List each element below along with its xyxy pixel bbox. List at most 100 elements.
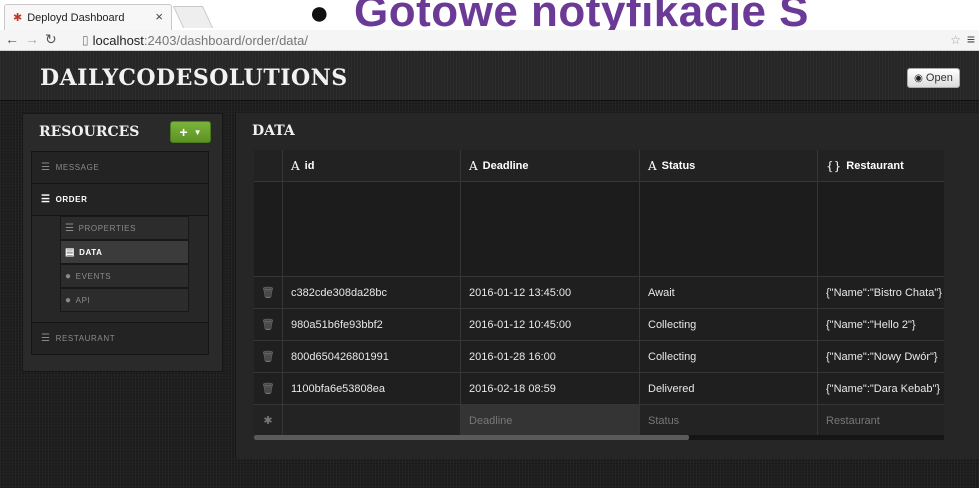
open-button-label: Open [925, 72, 953, 84]
data-title: DATA [252, 123, 295, 139]
info-icon: ● [65, 294, 72, 306]
page-icon: ▯ [82, 33, 89, 47]
cell-deadline[interactable]: 2016-01-12 13:45:00 [461, 277, 640, 309]
data-panel: DATA A id A Deadline A Status {} Restaur… [235, 113, 979, 459]
empty-cell [283, 182, 461, 277]
deployd-logo-icon: ✱ [13, 12, 23, 24]
resources-sidebar: RESOURCES + ▼ ☰ MESSAGE ☰ ORDER ☰ PROPER… [22, 113, 223, 372]
table-header-row: A id A Deadline A Status {} Restaurant [254, 150, 944, 182]
sidebar-item-restaurant[interactable]: ☰ RESTAURANT [31, 322, 209, 355]
horizontal-scrollbar[interactable] [254, 435, 944, 440]
browser-tab-bar: ✱ Deployd Dashboard × ● Gotowe notyfikac… [0, 0, 979, 36]
forward-icon[interactable]: → [25, 31, 39, 47]
cell-status[interactable]: Delivered [640, 373, 818, 405]
open-button[interactable]: ◉ Open [907, 68, 960, 88]
trash-icon[interactable]: 🗑 [254, 341, 283, 373]
empty-cell [461, 182, 640, 277]
app-header: DAILYCODESOLUTIONS ◉ Open [0, 51, 979, 101]
sidebar-item-message[interactable]: ☰ MESSAGE [31, 151, 209, 184]
list-icon: ☰ [41, 194, 51, 205]
new-tab-button[interactable] [172, 6, 214, 28]
resources-title: RESOURCES [39, 124, 140, 140]
empty-cell [640, 182, 818, 277]
menu-icon[interactable]: ≡ [967, 31, 975, 47]
table-row[interactable]: 🗑 c382cde308da28bc 2016-01-12 13:45:00 A… [254, 277, 944, 309]
cell-status[interactable]: Collecting [640, 341, 818, 373]
cell-status[interactable]: Await [640, 277, 818, 309]
trash-icon[interactable]: 🗑 [254, 277, 283, 309]
column-label: Restaurant [846, 159, 904, 172]
sidebar-item-label: ORDER [55, 195, 88, 204]
sidebar-subitem-label: API [75, 295, 91, 305]
slide-bullet: ● [309, 0, 330, 32]
scrollbar-thumb[interactable] [254, 435, 689, 440]
column-header-status[interactable]: A Status [640, 150, 818, 182]
column-label: id [304, 159, 315, 172]
sidebar-subitem-properties[interactable]: ☰ PROPERTIES [60, 216, 189, 240]
sidebar-item-label: MESSAGE [55, 163, 100, 172]
tab-title: Deployd Dashboard [27, 11, 125, 24]
lightning-icon: ● [65, 270, 72, 282]
sidebar-subitem-label: DATA [79, 247, 103, 257]
cell-deadline[interactable]: 2016-01-28 16:00 [461, 341, 640, 373]
address-bar: ← → ↻ ▯ localhost :2403/dashboard/order/… [0, 30, 979, 51]
add-resource-button[interactable]: + ▼ [170, 121, 211, 143]
empty-cell [818, 182, 944, 277]
trash-icon[interactable]: 🗑 [254, 373, 283, 405]
column-header-restaurant[interactable]: {} Restaurant [818, 150, 944, 182]
string-type-icon: A [469, 158, 478, 173]
empty-area [254, 182, 944, 277]
cell-status[interactable]: Collecting [640, 309, 818, 341]
sidebar-subitem-api[interactable]: ● API [60, 288, 189, 312]
empty-cell [254, 182, 283, 277]
table-row[interactable]: 🗑 800d650426801991 2016-01-28 16:00 Coll… [254, 341, 944, 373]
new-status-input[interactable]: Status [640, 405, 818, 437]
cell-deadline[interactable]: 2016-02-18 08:59 [461, 373, 640, 405]
sidebar-subitem-events[interactable]: ● EVENTS [60, 264, 189, 288]
cell-deadline[interactable]: 2016-01-12 10:45:00 [461, 309, 640, 341]
url-path: :2403/dashboard/order/data/ [143, 32, 308, 48]
extension-icon[interactable]: ☆ [950, 33, 961, 47]
sidebar-item-label: RESTAURANT [55, 334, 116, 343]
sidebar-subitem-label: PROPERTIES [78, 223, 136, 233]
cell-restaurant[interactable]: {"Name":"Nowy Dwór"} [818, 341, 944, 373]
cell-id[interactable]: 1100bfa6e53808ea [283, 373, 461, 405]
caret-down-icon: ▼ [193, 127, 202, 137]
reload-icon[interactable]: ↻ [45, 31, 57, 48]
asterisk-icon: ✱ [254, 405, 283, 437]
string-type-icon: A [291, 158, 300, 173]
cell-restaurant[interactable]: {"Name":"Bistro Chata"} [818, 277, 944, 309]
sidebar-item-order[interactable]: ☰ ORDER [31, 183, 209, 216]
object-type-icon: {} [826, 158, 842, 173]
list-icon: ☰ [41, 162, 51, 173]
cell-restaurant[interactable]: {"Name":"Dara Kebab"} [818, 373, 944, 405]
sidebar-subitem-label: EVENTS [75, 271, 112, 281]
sidebar-subitem-data[interactable]: ▤ DATA [60, 240, 189, 264]
cell-id[interactable]: c382cde308da28bc [283, 277, 461, 309]
url-host: localhost [92, 32, 144, 48]
app-brand: DAILYCODESOLUTIONS [40, 65, 348, 91]
string-type-icon: A [648, 158, 657, 173]
plus-icon: + [179, 124, 188, 140]
trash-icon[interactable]: 🗑 [254, 309, 283, 341]
url-input[interactable]: ▯ localhost :2403/dashboard/order/data/ [82, 31, 372, 49]
new-row[interactable]: ✱ Deadline Status Restaurant [254, 405, 944, 437]
cell-id[interactable]: 800d650426801991 [283, 341, 461, 373]
new-id-input[interactable] [283, 405, 461, 437]
cell-restaurant[interactable]: {"Name":"Hello 2"} [818, 309, 944, 341]
column-header-id[interactable]: A id [283, 150, 461, 182]
cell-id[interactable]: 980a51b6fe93bbf2 [283, 309, 461, 341]
browser-tab[interactable]: ✱ Deployd Dashboard × [4, 4, 172, 30]
back-icon[interactable]: ← [5, 31, 19, 47]
column-label: Status [661, 159, 696, 172]
column-label: Deadline [482, 159, 529, 172]
new-deadline-input[interactable]: Deadline [461, 405, 640, 437]
list-icon: ☰ [41, 333, 51, 344]
table-row[interactable]: 🗑 1100bfa6e53808ea 2016-02-18 08:59 Deli… [254, 373, 944, 405]
new-restaurant-input[interactable]: Restaurant [818, 405, 944, 437]
column-header-deadline[interactable]: A Deadline [461, 150, 640, 182]
dashboard-app: DAILYCODESOLUTIONS ◉ Open RESOURCES + ▼ … [0, 51, 979, 488]
table-row[interactable]: 🗑 980a51b6fe93bbf2 2016-01-12 10:45:00 C… [254, 309, 944, 341]
close-icon[interactable]: × [155, 9, 163, 24]
header-spacer [254, 150, 283, 182]
